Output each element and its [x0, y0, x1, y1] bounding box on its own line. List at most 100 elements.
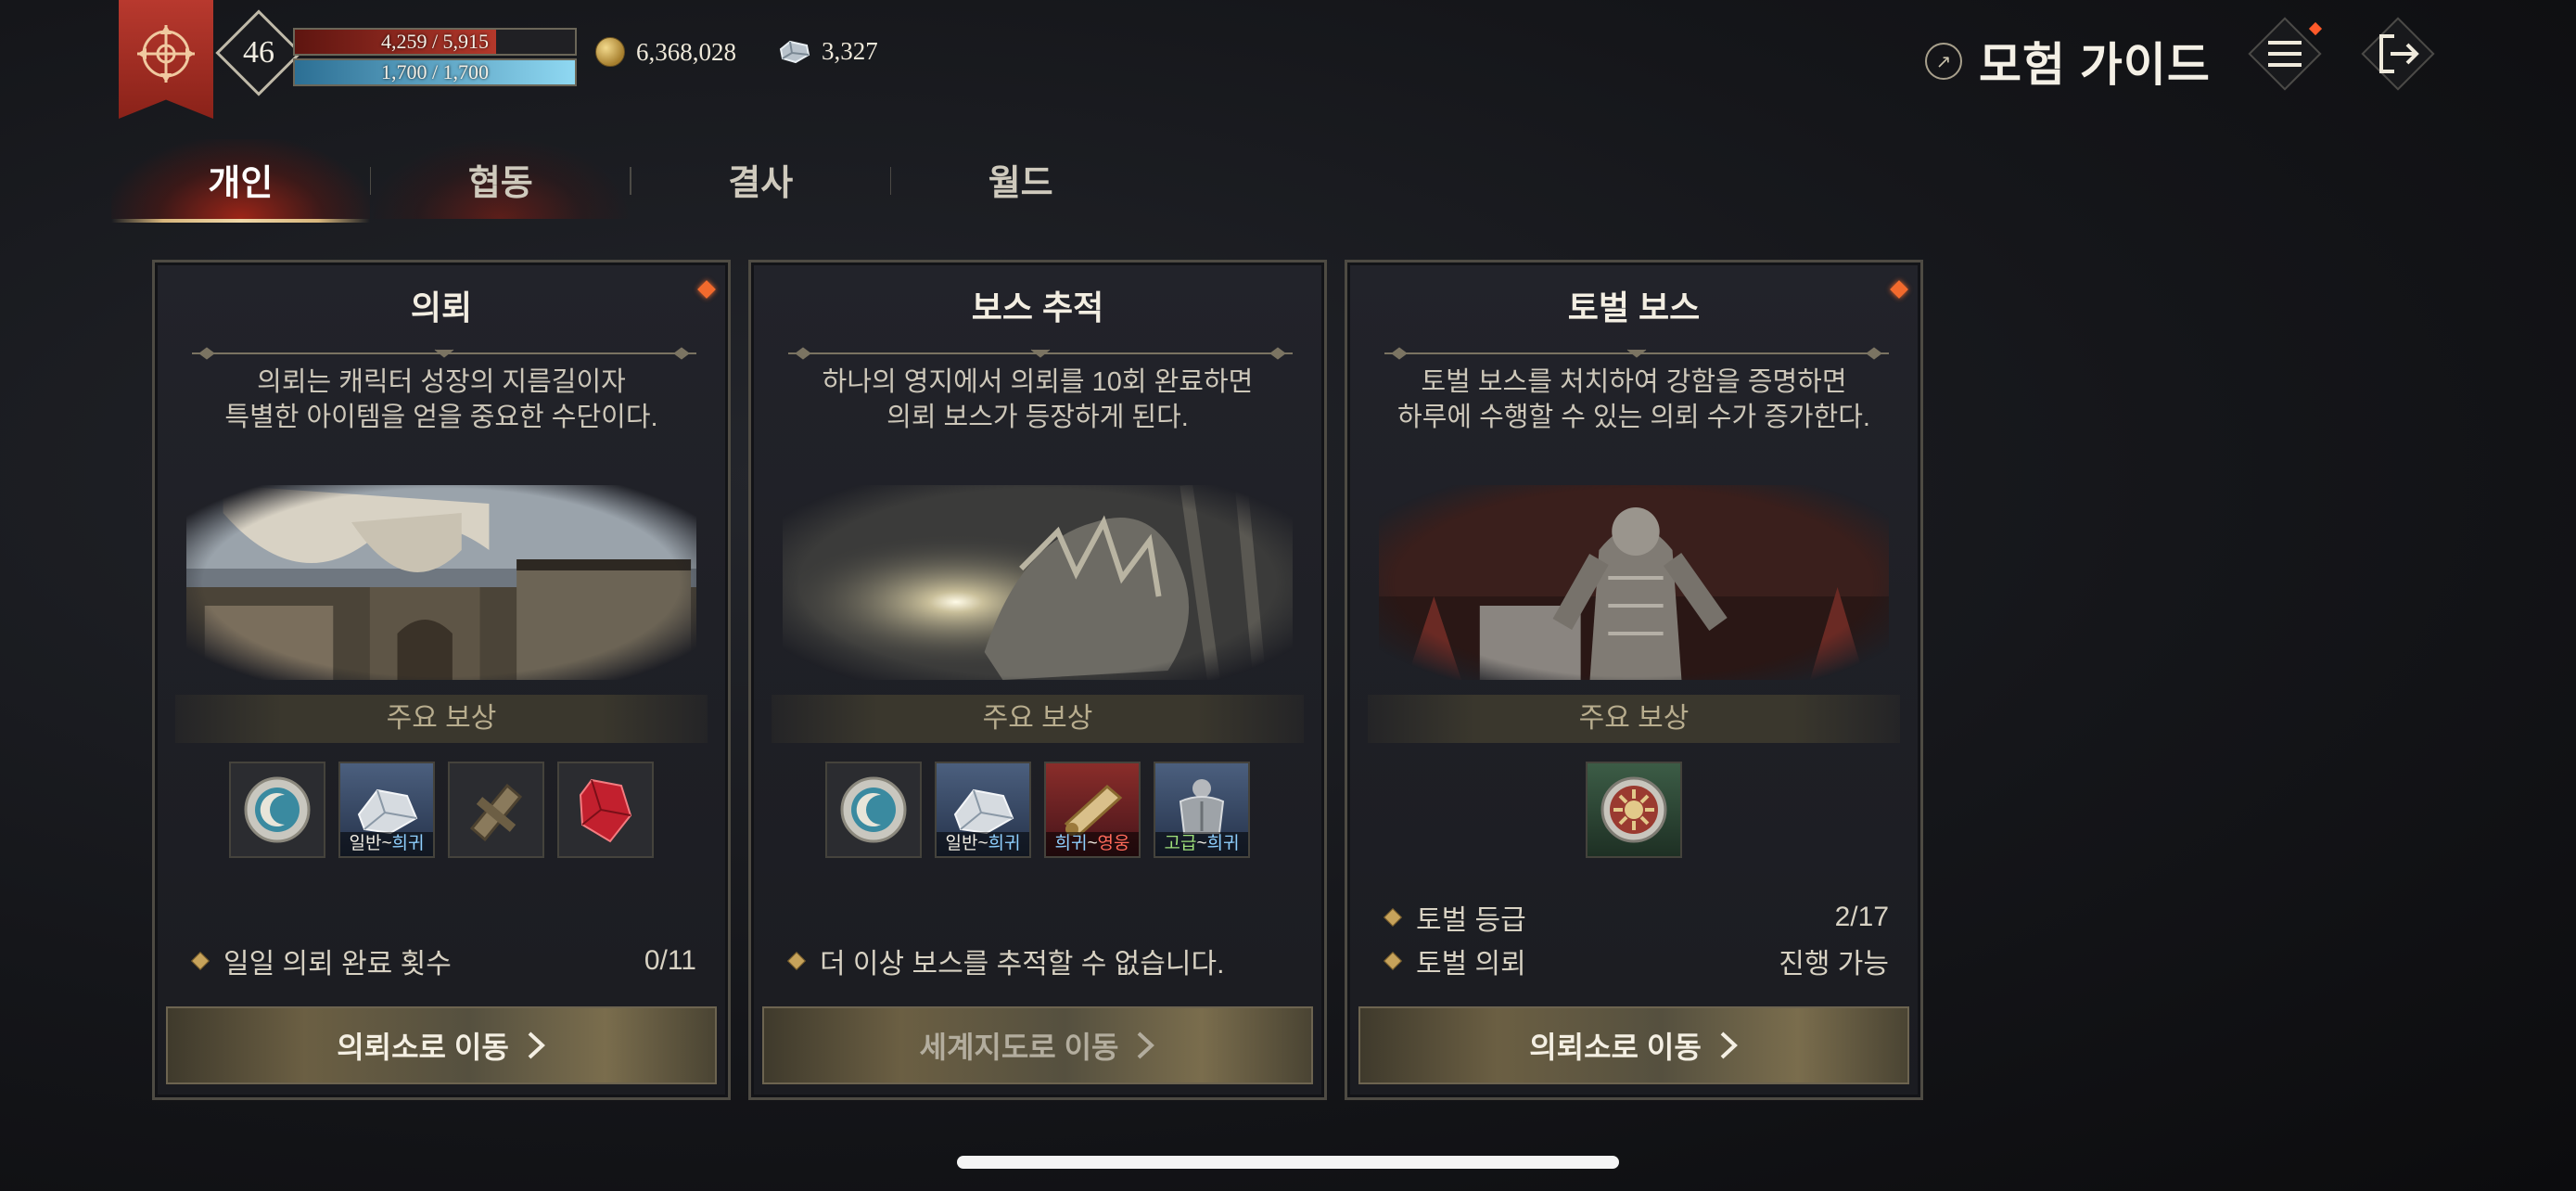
grade-to: 희귀 — [1206, 834, 1240, 853]
ornament-divider — [192, 347, 696, 360]
subjugation-boss-card[interactable]: 토벌 보스 토벌 보스를 처치하여 강함을 증명하면 하루에 수행할 수 있는 … — [1345, 260, 1923, 1100]
adventure-guide-button[interactable]: ↗ 모험 가이드 — [1925, 28, 2211, 95]
daily-request-count-row: 일일 의뢰 완료 횟수 0/11 — [186, 942, 696, 980]
crystal-icon — [779, 40, 810, 63]
go-to-world-map-button[interactable]: 세계지도로 이동 — [762, 1006, 1313, 1084]
reward-list: 일반~희귀 — [155, 762, 728, 858]
item-grade-tag: 고급~희귀 — [1155, 832, 1248, 856]
button-label: 세계지도로 이동 — [919, 1031, 1119, 1064]
request-illustration — [186, 485, 696, 680]
bullet-diamond-icon — [1384, 952, 1402, 970]
grade-sep: ~ — [381, 834, 392, 853]
stat-label: 토벌 등급 — [1416, 905, 1526, 936]
stat-label: 일일 의뢰 완료 횟수 — [223, 949, 452, 980]
chevron-right-icon — [528, 1031, 545, 1059]
boss-tracking-status-row: 더 이상 보스를 추적할 수 없습니다. — [783, 942, 1293, 980]
card-title: 토벌 보스 — [1567, 288, 1701, 327]
mp-text: 1,700 / 1,700 — [380, 60, 490, 83]
mp-bar: 1,700 / 1,700 — [293, 58, 577, 86]
card-description-line: 토벌 보스를 처치하여 강함을 증명하면 — [1421, 367, 1847, 397]
sun-emblem-icon — [1600, 776, 1667, 843]
request-card[interactable]: 의뢰 의뢰는 캐릭터 성장의 지름길이자 특별한 아이템을 얻을 중요한 수단이… — [152, 260, 731, 1100]
reward-item[interactable] — [1586, 762, 1682, 858]
card-description: 하나의 영지에서 의뢰를 10회 완료하면 의뢰 보스가 등장하게 된다. — [770, 365, 1306, 435]
red-gem-icon — [579, 778, 632, 843]
subjugation-grade-row: 토벌 등급 2/17 — [1379, 899, 1889, 936]
grade-sep: ~ — [1196, 834, 1207, 853]
reward-item[interactable]: 일반~희귀 — [935, 762, 1031, 858]
grade-to: 희귀 — [988, 834, 1021, 853]
reward-item[interactable] — [557, 762, 654, 858]
grade-from: 일반 — [945, 834, 978, 853]
item-grade-tag: 희귀~영웅 — [1046, 832, 1139, 856]
tab-world[interactable]: 월드 — [891, 139, 1150, 219]
main-reward-header: 주요 보상 — [175, 695, 708, 743]
stat-label: 토벌 의뢰 — [1416, 949, 1526, 980]
guild-banner[interactable] — [119, 0, 213, 119]
crystal-amount: 3,327 — [822, 37, 878, 65]
card-title: 의뢰 — [410, 288, 473, 327]
card-description-line: 하루에 수행할 수 있는 의뢰 수가 증가한다. — [1397, 403, 1870, 432]
go-to-request-office-button[interactable]: 의뢰소로 이동 — [166, 1006, 717, 1084]
card-description-line: 하나의 영지에서 의뢰를 10회 완료하면 — [822, 367, 1254, 397]
ornament-divider — [788, 347, 1293, 360]
grade-sep: ~ — [1087, 834, 1098, 853]
grade-to: 영웅 — [1097, 834, 1130, 853]
status-bars: 4,259 / 5,915 1,700 / 1,700 — [293, 28, 577, 89]
reward-list — [1347, 762, 1920, 858]
stat-value: 0/11 — [644, 945, 696, 976]
gold-coin-icon — [595, 37, 625, 67]
subjugation-request-row: 토벌 의뢰 진행 가능 — [1379, 942, 1889, 980]
item-grade-tag: 일반~희귀 — [340, 832, 433, 856]
reward-item[interactable] — [229, 762, 325, 858]
stat-value: 2/17 — [1834, 902, 1889, 932]
external-link-icon: ↗ — [1925, 43, 1962, 80]
ornament-divider — [1384, 347, 1889, 360]
bullet-diamond-icon — [191, 952, 210, 970]
home-indicator[interactable] — [957, 1156, 1619, 1169]
hp-text: 4,259 / 5,915 — [380, 30, 490, 53]
chevron-right-icon — [1720, 1031, 1738, 1059]
tab-society[interactable]: 결사 — [631, 139, 890, 219]
tab-cooperation[interactable]: 협동 — [371, 139, 631, 219]
exit-door-icon — [2379, 34, 2419, 73]
grade-from: 일반 — [349, 834, 382, 853]
card-description-line: 특별한 아이템을 얻을 중요한 수단이다. — [224, 403, 658, 432]
exit-button[interactable] — [2361, 17, 2435, 91]
bullet-diamond-icon — [787, 952, 806, 970]
moon-medal-icon — [840, 776, 907, 843]
hamburger-menu-icon — [2268, 41, 2302, 67]
compass-emblem-icon — [137, 25, 195, 83]
reward-item[interactable]: 희귀~영웅 — [1044, 762, 1141, 858]
crystal-currency[interactable]: 3,327 — [779, 37, 878, 66]
item-grade-tag: 일반~희귀 — [937, 832, 1029, 856]
button-label: 의뢰소로 이동 — [1529, 1031, 1702, 1064]
grade-sep: ~ — [977, 834, 988, 853]
menu-notice-dot — [2308, 21, 2323, 36]
boss-tracking-card[interactable]: 보스 추적 하나의 영지에서 의뢰를 10회 완료하면 의뢰 보스가 등장하게 … — [748, 260, 1327, 1100]
bundle-icon — [469, 783, 523, 842]
reward-item[interactable]: 일반~희귀 — [338, 762, 435, 858]
grade-from: 고급 — [1164, 834, 1197, 853]
card-title: 보스 추적 — [971, 288, 1104, 327]
category-tabs: 개인 협동 결사 월드 — [111, 139, 1150, 223]
menu-button[interactable] — [2248, 17, 2323, 91]
stat-value: 진행 가능 — [1779, 949, 1889, 980]
moon-medal-icon — [244, 776, 311, 843]
grade-to: 희귀 — [391, 834, 425, 853]
go-to-request-office-button[interactable]: 의뢰소로 이동 — [1358, 1006, 1909, 1084]
level-badge[interactable]: 46 — [215, 9, 302, 96]
reward-item[interactable]: 고급~희귀 — [1154, 762, 1250, 858]
level-number: 46 — [243, 35, 274, 70]
reward-list: 일반~희귀 희귀~영웅 고급~희귀 — [751, 762, 1324, 858]
subjugation-boss-illustration — [1379, 485, 1889, 680]
card-description: 의뢰는 캐릭터 성장의 지름길이자 특별한 아이템을 얻을 중요한 수단이다. — [173, 365, 709, 435]
reward-item[interactable] — [448, 762, 544, 858]
main-reward-header: 주요 보상 — [1368, 695, 1900, 743]
card-description-line: 의뢰 보스가 등장하게 된다. — [886, 403, 1189, 432]
reward-item[interactable] — [825, 762, 922, 858]
grade-from: 희귀 — [1054, 834, 1088, 853]
gold-currency[interactable]: 6,368,028 — [595, 37, 736, 67]
tab-personal[interactable]: 개인 — [111, 139, 370, 223]
card-description-line: 의뢰는 캐릭터 성장의 지름길이자 — [257, 367, 626, 397]
